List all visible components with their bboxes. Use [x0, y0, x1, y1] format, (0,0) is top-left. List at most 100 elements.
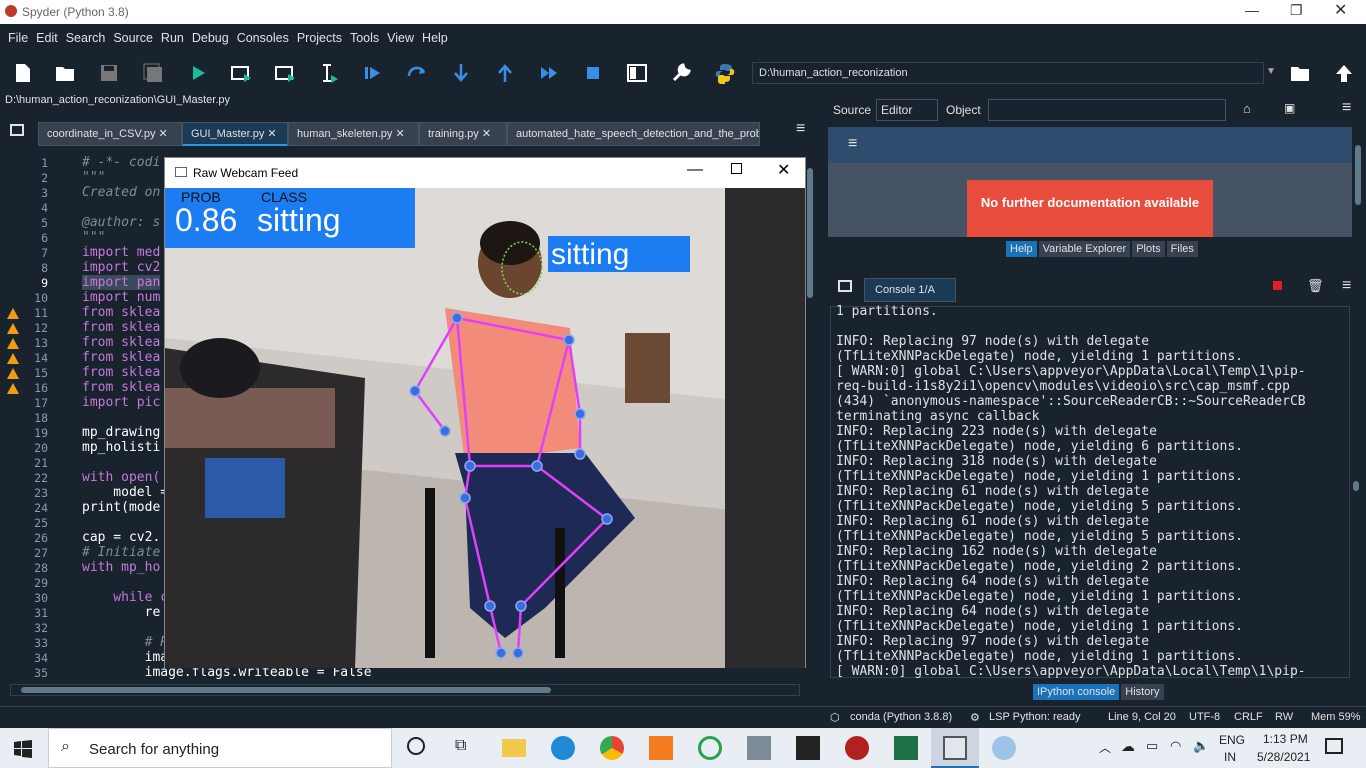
- volume-icon[interactable]: 🔈: [1193, 738, 1209, 754]
- clock-date[interactable]: 5/28/2021: [1257, 750, 1310, 764]
- open-file-icon[interactable]: [54, 62, 76, 84]
- spyder-taskbar-icon[interactable]: [845, 736, 869, 760]
- menu-file[interactable]: File: [4, 26, 32, 50]
- chrome-browser-icon[interactable]: [600, 736, 624, 760]
- terminal-icon[interactable]: [796, 736, 820, 760]
- minimize-icon[interactable]: —: [687, 161, 703, 179]
- warning-icon[interactable]: [7, 353, 19, 364]
- anaconda-icon[interactable]: [698, 736, 722, 760]
- xampp-icon[interactable]: [649, 736, 673, 760]
- cortana-icon[interactable]: [407, 737, 425, 755]
- scrollbar-thumb[interactable]: [21, 687, 551, 693]
- menu-run[interactable]: Run: [157, 26, 188, 50]
- clock-time[interactable]: 1:13 PM: [1263, 732, 1308, 746]
- warning-icon[interactable]: [7, 383, 19, 394]
- parent-directory-icon[interactable]: [1333, 62, 1355, 84]
- working-directory-input[interactable]: D:\human_action_reconization: [752, 62, 1264, 84]
- language-indicator[interactable]: ENG: [1219, 733, 1245, 747]
- menu-debug[interactable]: Debug: [188, 26, 233, 50]
- warning-icon[interactable]: [7, 323, 19, 334]
- tab-help[interactable]: Help: [1006, 241, 1037, 257]
- menu-source[interactable]: Source: [109, 26, 157, 50]
- region-indicator[interactable]: IN: [1224, 750, 1236, 764]
- chevron-down-icon[interactable]: ▼: [1266, 66, 1276, 77]
- new-file-icon[interactable]: [12, 62, 34, 84]
- tab-files[interactable]: Files: [1166, 241, 1198, 257]
- menu-tools[interactable]: Tools: [346, 26, 383, 50]
- step-into-icon[interactable]: [450, 62, 472, 84]
- lock-icon[interactable]: ▣: [1284, 101, 1295, 115]
- battery-icon[interactable]: ▭: [1146, 738, 1158, 754]
- scrollbar-thumb[interactable]: [1355, 145, 1361, 205]
- source-select[interactable]: Editor: [876, 99, 938, 121]
- file-explorer-icon[interactable]: [502, 739, 526, 757]
- taskbar-search-box[interactable]: ⌕ Search for anything: [48, 728, 392, 768]
- close-icon[interactable]: ✕: [777, 160, 790, 180]
- object-input[interactable]: [988, 99, 1226, 121]
- warning-icon[interactable]: [7, 338, 19, 349]
- run-cell-icon[interactable]: [230, 62, 252, 84]
- edge-browser-icon[interactable]: [551, 736, 575, 760]
- continue-icon[interactable]: [538, 62, 560, 84]
- options-menu-icon[interactable]: ≡: [1342, 99, 1351, 117]
- menu-help[interactable]: Help: [418, 26, 452, 50]
- tab-history[interactable]: History: [1121, 684, 1164, 700]
- vm-icon[interactable]: [747, 736, 771, 760]
- menu-edit[interactable]: Edit: [32, 26, 62, 50]
- maximize-icon[interactable]: [731, 163, 742, 174]
- browse-tabs-icon[interactable]: [10, 124, 24, 136]
- tab-human-skeleten[interactable]: human_skeleten.py ✕: [288, 122, 419, 146]
- trash-icon[interactable]: 🗑: [1307, 278, 1324, 294]
- windows-start-icon[interactable]: [14, 740, 32, 758]
- tab-gui-master[interactable]: GUI_Master.py ✕: [182, 122, 288, 146]
- close-tab-icon[interactable]: ✕: [267, 128, 276, 140]
- chevron-up-icon[interactable]: ︿: [1099, 739, 1111, 756]
- step-over-icon[interactable]: [406, 62, 428, 84]
- vertical-scrollbar[interactable]: [806, 168, 814, 678]
- tab-training[interactable]: training.py ✕: [419, 122, 507, 146]
- console-scrollbar[interactable]: [1350, 306, 1362, 678]
- step-return-icon[interactable]: [494, 62, 516, 84]
- tab-ipython-console[interactable]: IPython console: [1033, 684, 1120, 700]
- wifi-icon[interactable]: ◠: [1170, 738, 1181, 754]
- minimize-icon[interactable]: —: [1245, 2, 1259, 18]
- run-icon[interactable]: [188, 62, 210, 84]
- webcam-window[interactable]: Raw Webcam Feed — ✕ PROB CLASS 0.86 sitt…: [164, 157, 806, 668]
- notification-center-icon[interactable]: [1325, 738, 1343, 754]
- tab-automated-hate-speech[interactable]: automated_hate_speech_detection_and_the_…: [507, 122, 760, 146]
- options-menu-icon[interactable]: ≡: [1342, 277, 1351, 295]
- interrupt-kernel-icon[interactable]: [1273, 281, 1282, 290]
- debug-icon[interactable]: [362, 62, 384, 84]
- home-icon[interactable]: ⌂: [1243, 101, 1251, 116]
- close-tab-icon[interactable]: ✕: [482, 128, 491, 140]
- warning-icon[interactable]: [7, 308, 19, 319]
- warning-icon[interactable]: [7, 368, 19, 379]
- help-scrollbar[interactable]: [1352, 127, 1364, 237]
- horizontal-scrollbar[interactable]: [10, 684, 800, 696]
- options-menu-icon[interactable]: ≡: [796, 120, 805, 138]
- close-icon[interactable]: ✕: [1334, 0, 1347, 20]
- close-tab-icon[interactable]: ✕: [159, 128, 168, 140]
- tab-coordinate-in-csv[interactable]: coordinate_in_CSV.py ✕: [38, 122, 182, 146]
- stop-icon[interactable]: [582, 62, 604, 84]
- tab-plots[interactable]: Plots: [1132, 241, 1165, 257]
- task-view-icon[interactable]: ⧉: [455, 737, 466, 755]
- menu-view[interactable]: View: [383, 26, 418, 50]
- preferences-wrench-icon[interactable]: [670, 62, 692, 84]
- python-path-icon[interactable]: [714, 62, 736, 84]
- menu-consoles[interactable]: Consoles: [233, 26, 293, 50]
- browse-tabs-icon[interactable]: [838, 280, 852, 292]
- scrollbar-thumb[interactable]: [1353, 481, 1359, 491]
- scrollbar-thumb[interactable]: [807, 168, 813, 298]
- save-all-icon[interactable]: [142, 62, 164, 84]
- run-cell-advance-icon[interactable]: [274, 62, 296, 84]
- browse-folder-icon[interactable]: [1289, 62, 1311, 84]
- help-menu-icon[interactable]: ≡: [848, 135, 857, 153]
- tab-console[interactable]: Console 1/A ✕: [864, 278, 956, 318]
- menu-search[interactable]: Search: [62, 26, 110, 50]
- save-icon[interactable]: [98, 62, 120, 84]
- tab-variable-explorer[interactable]: Variable Explorer: [1038, 241, 1131, 257]
- excel-icon[interactable]: [894, 736, 918, 760]
- onedrive-cloud-icon[interactable]: ☁: [1121, 738, 1135, 755]
- menu-projects[interactable]: Projects: [293, 26, 346, 50]
